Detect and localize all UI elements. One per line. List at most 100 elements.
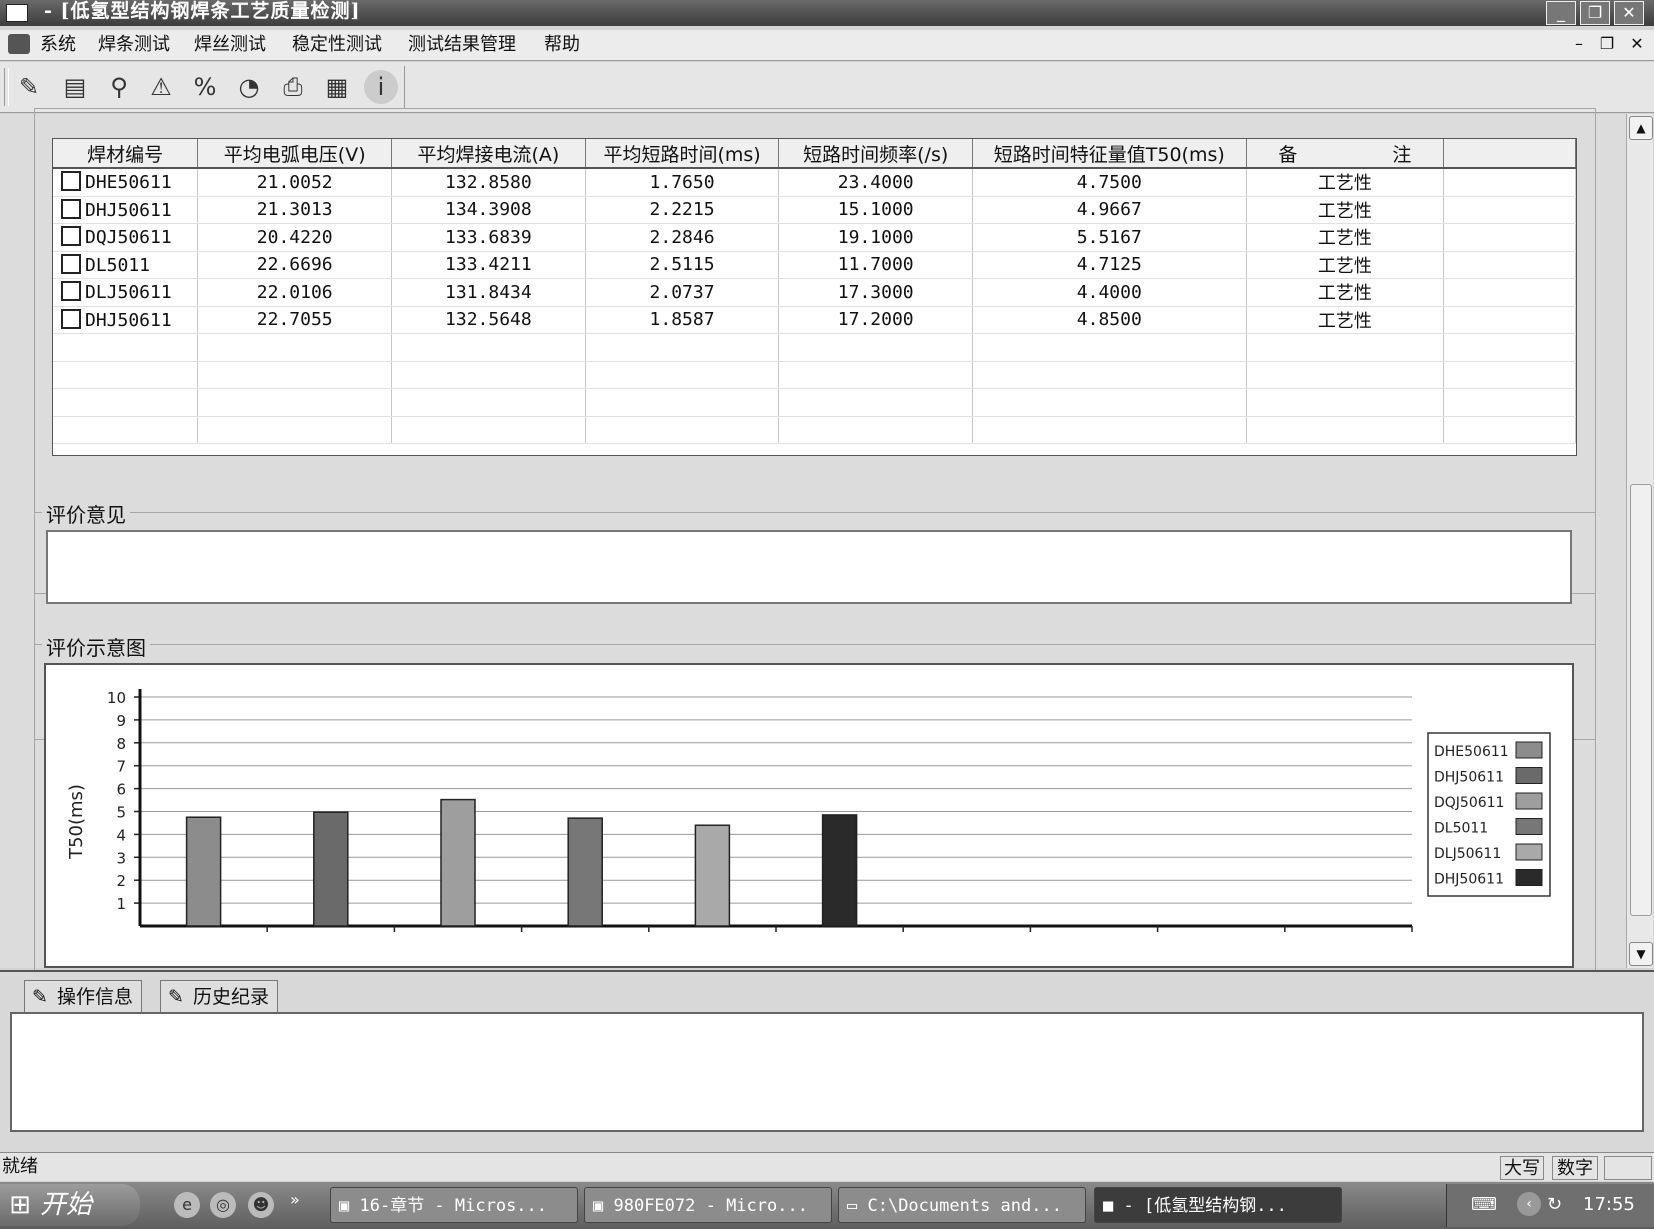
column-header[interactable]: 平均电弧电压(V) <box>197 139 393 169</box>
column-header[interactable]: 平均短路时间(ms) <box>585 139 780 169</box>
results-grid[interactable]: 焊材编号 平均电弧电压(V) 平均焊接电流(A) 平均短路时间(ms) 短路时间… <box>52 138 1577 456</box>
minimize-button[interactable]: _ <box>1546 1 1576 25</box>
table-row[interactable]: DQJ50611 20.4220 133.6839 2.2846 19.1000 5.51… <box>53 223 1576 252</box>
window-title: - [低氢型结构钢焊条工艺质量检测] <box>44 0 361 22</box>
table-cell: 133.4211 <box>391 251 586 279</box>
tab-history[interactable]: ✎ 历史纪录 <box>160 980 279 1012</box>
edit-icon[interactable]: ✎ <box>12 70 46 104</box>
table-cell: 22.7055 <box>197 306 393 334</box>
table-row[interactable]: DHE50611 21.0052 132.8580 1.7650 23.4000 4.75… <box>53 168 1576 197</box>
table-row[interactable]: DHJ50611 21.3013 134.3908 2.2215 15.1000 4.96… <box>53 196 1576 224</box>
operation-log[interactable] <box>10 1012 1644 1132</box>
taskbar-item-word1[interactable]: ▣ 16-章节 - Micros... <box>330 1187 578 1223</box>
mdi-minimize-button[interactable]: – <box>1568 34 1590 53</box>
mdi-close-button[interactable]: ✕ <box>1626 34 1648 53</box>
info-icon[interactable]: i <box>364 70 398 104</box>
table-cell <box>391 333 586 362</box>
ie-icon[interactable]: e <box>174 1192 200 1218</box>
taskbar-item-explorer[interactable]: ▭ C:\Documents and... <box>838 1187 1086 1223</box>
row-checkbox[interactable] <box>61 198 81 219</box>
row-checkbox[interactable] <box>61 253 81 274</box>
table-cell: 工艺性 <box>1246 251 1445 279</box>
browser-icon[interactable]: ◎ <box>210 1192 236 1218</box>
percent-icon[interactable]: % <box>188 70 222 104</box>
material-id-cell: DHJ50611 <box>53 196 199 224</box>
table-cell <box>1443 416 1576 444</box>
table-cell: 132.5648 <box>391 306 586 334</box>
restore-button[interactable]: ❐ <box>1580 1 1610 25</box>
table-cell <box>1246 416 1445 444</box>
scroll-down-button[interactable]: ▼ <box>1629 942 1653 966</box>
row-checkbox[interactable] <box>61 226 81 247</box>
table-cell <box>778 388 974 417</box>
column-header[interactable]: 短路时间特征量值T50(ms) <box>972 139 1247 169</box>
table-cell: 工艺性 <box>1246 196 1445 224</box>
menu-system[interactable]: 系统 <box>40 34 76 56</box>
keyboard-icon[interactable]: ⌨ <box>1471 1194 1497 1215</box>
mdi-restore-button[interactable]: ❐ <box>1596 34 1618 53</box>
table-cell <box>1246 388 1445 417</box>
chart-icon[interactable]: ◔ <box>232 70 266 104</box>
scroll-thumb[interactable] <box>1630 484 1652 916</box>
taskbar: ⊞ 开始 e ◎ ☻ » ▣ 16-章节 - Micros... ▣ 980FE0… <box>0 1182 1654 1229</box>
start-button[interactable]: ⊞ 开始 <box>0 1184 140 1226</box>
pencil-icon: ✎ <box>168 986 184 1008</box>
legend-swatch <box>1515 767 1543 784</box>
export-icon[interactable]: ▦ <box>320 70 354 104</box>
network-icon[interactable]: ↻ <box>1547 1194 1562 1215</box>
tray-expand-icon[interactable]: ‹ <box>1517 1192 1541 1216</box>
column-header[interactable]: 短路时间频率(/s) <box>778 139 974 169</box>
taskbar-item-app[interactable]: ■ - [低氢型结构钢... <box>1094 1187 1342 1223</box>
empty-table-row <box>53 416 1576 444</box>
table-row[interactable]: DLJ50611 22.0106 131.8434 2.0737 17.3000 4.40… <box>53 278 1576 307</box>
close-button[interactable]: ✕ <box>1614 1 1644 25</box>
y-tick-label: 6 <box>116 781 126 799</box>
material-id-cell: DHE50611 <box>53 168 199 197</box>
quicklaunch-more-icon[interactable]: » <box>290 1190 300 1209</box>
title-bar: - [低氢型结构钢焊条工艺质量检测] _ ❐ ✕ <box>0 0 1654 26</box>
table-cell: 工艺性 <box>1246 306 1445 334</box>
clipboard-icon[interactable]: ▤ <box>58 70 92 104</box>
menu-stability-test[interactable]: 稳定性测试 <box>292 34 382 56</box>
row-checkbox[interactable] <box>61 171 81 192</box>
vertical-scrollbar[interactable]: ▲ ▼ <box>1626 114 1653 968</box>
menu-wire-test[interactable]: 焊丝测试 <box>194 34 266 56</box>
search-icon[interactable]: ⚲ <box>102 70 136 104</box>
table-cell <box>391 361 586 389</box>
column-header[interactable] <box>1443 139 1576 169</box>
print-icon[interactable]: ⎙ <box>276 70 310 104</box>
table-cell: 19.1000 <box>778 223 974 252</box>
table-cell: 工艺性 <box>1246 168 1445 197</box>
menu-electrode-test[interactable]: 焊条测试 <box>98 34 170 56</box>
media-icon[interactable]: ☻ <box>248 1192 274 1218</box>
y-tick-label: 4 <box>116 826 126 844</box>
evaluation-text-box[interactable] <box>46 530 1572 604</box>
bar-dlj50611 <box>694 824 731 927</box>
column-header[interactable]: 平均焊接电流(A) <box>391 139 586 169</box>
measure-icon[interactable]: ⚠ <box>144 70 178 104</box>
taskbar-item-word2[interactable]: ▣ 980FE072 - Micro... <box>584 1187 832 1223</box>
table-cell: 21.3013 <box>197 196 393 224</box>
table-row[interactable]: DL5011 22.6696 133.4211 2.5115 11.7000 4.7125… <box>53 251 1576 279</box>
y-tick-label: 10 <box>107 689 126 707</box>
row-checkbox[interactable] <box>61 308 81 329</box>
scroll-up-button[interactable]: ▲ <box>1629 116 1653 140</box>
material-id: DLJ50611 <box>85 282 172 304</box>
column-header[interactable]: 备 注 <box>1246 139 1445 169</box>
y-tick-label: 7 <box>116 758 126 776</box>
pencil-icon: ✎ <box>32 986 48 1008</box>
tab-operation-info[interactable]: ✎ 操作信息 <box>24 980 143 1012</box>
status-text: 就绪 <box>2 1156 38 1177</box>
table-row[interactable]: DHJ50611 22.7055 132.5648 1.8587 17.2000 4.85… <box>53 306 1576 334</box>
legend-swatch <box>1515 792 1543 810</box>
table-cell <box>1443 306 1576 334</box>
legend-swatch <box>1515 843 1543 861</box>
legend-swatch <box>1515 869 1543 886</box>
chart-svg: 1 2 3 4 5 6 7 8 9 10 T50(ms) DHE50611 DHJ50611 DQJ506… <box>66 689 1551 932</box>
menu-result-management[interactable]: 测试结果管理 <box>408 34 516 56</box>
document-icon <box>8 34 30 54</box>
menu-help[interactable]: 帮助 <box>544 34 580 56</box>
material-id: DHE50611 <box>85 172 172 194</box>
row-checkbox[interactable] <box>61 281 81 302</box>
column-header[interactable]: 焊材编号 <box>53 139 199 169</box>
